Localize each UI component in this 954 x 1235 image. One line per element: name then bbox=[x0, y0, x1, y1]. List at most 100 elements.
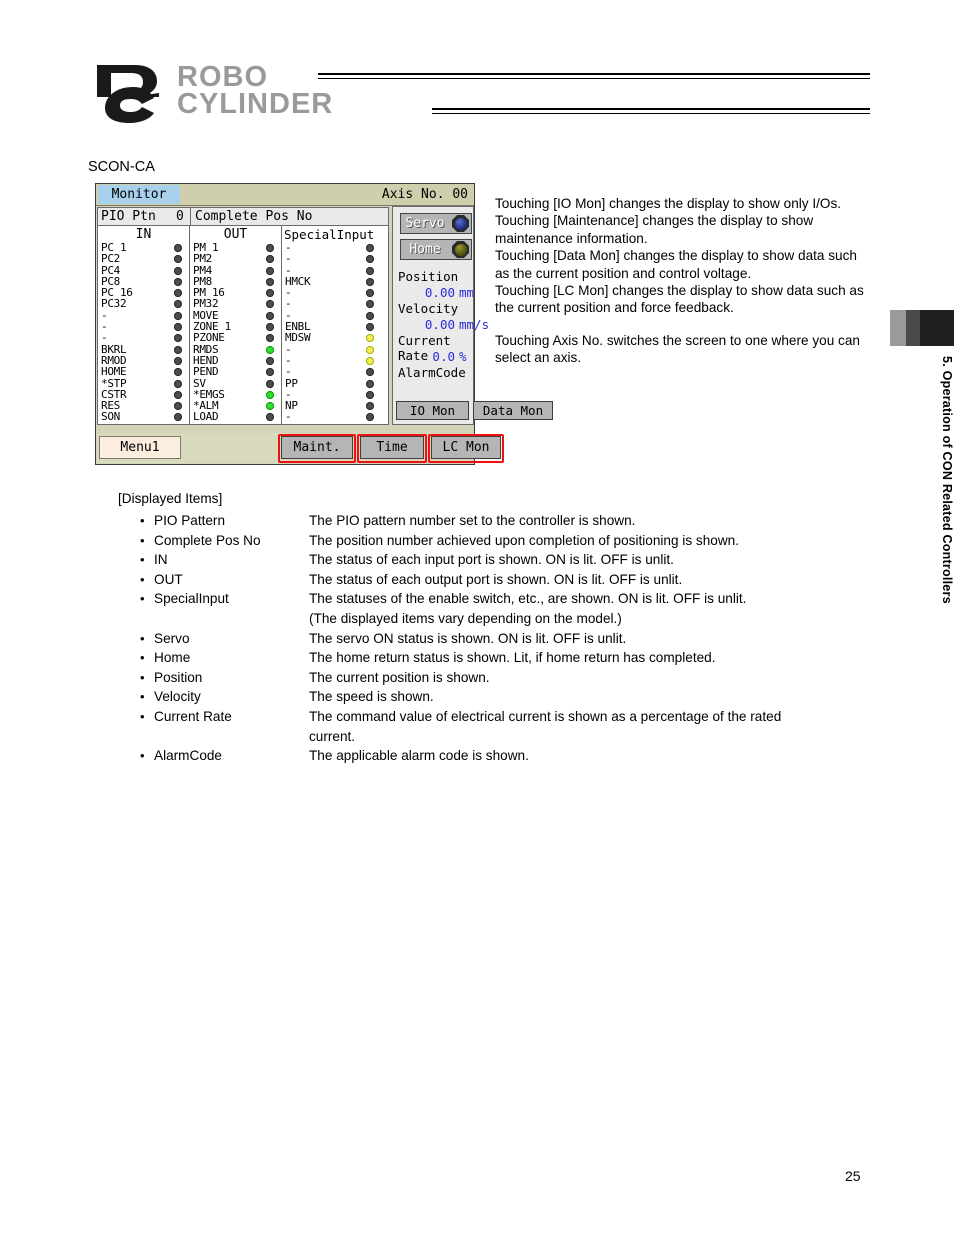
displayed-item-description: The status of each output port is shown.… bbox=[309, 571, 683, 587]
io-led-icon bbox=[366, 368, 374, 377]
io-led-icon bbox=[366, 255, 374, 264]
screen-titlebar: Monitor Axis No. 00 bbox=[96, 184, 474, 206]
pio-ptn-label: PIO Ptn bbox=[101, 209, 156, 224]
status-panel: Servo Home Position 0.00 mm Velocity 0.0… bbox=[392, 206, 553, 425]
displayed-item: • Position The current position is shown. bbox=[118, 668, 878, 688]
explanatory-paragraph-4: Touching [LC Mon] changes the display to… bbox=[495, 283, 864, 316]
displayed-item-name: Position bbox=[154, 669, 203, 685]
in-row: - bbox=[98, 331, 189, 345]
lc-mon-button[interactable]: LC Mon bbox=[431, 436, 501, 459]
divider bbox=[190, 208, 191, 225]
home-label: Home bbox=[409, 242, 441, 257]
servo-lamp-icon bbox=[451, 215, 470, 232]
io-led-icon bbox=[174, 334, 182, 343]
io-led-icon bbox=[174, 255, 182, 264]
displayed-item: • Home The home return status is shown. Li… bbox=[118, 648, 878, 668]
velocity-unit: mm/s bbox=[459, 317, 490, 332]
io-led-icon bbox=[266, 390, 274, 399]
in-row: SON bbox=[98, 411, 189, 423]
io-led-icon bbox=[174, 311, 182, 320]
time-button[interactable]: Time bbox=[360, 436, 424, 459]
header-rule-top-thick bbox=[318, 73, 870, 75]
servo-button[interactable]: Servo bbox=[400, 213, 472, 234]
out-row: PZONE bbox=[190, 331, 281, 345]
displayed-item-name: Home bbox=[154, 650, 191, 666]
chapter-side-tab: 5. Operation of CON Related Controllers bbox=[890, 310, 954, 682]
data-mon-button[interactable]: Data Mon bbox=[473, 401, 553, 420]
page-header: ROBO CYLINDER bbox=[95, 61, 870, 123]
logo-text-cylinder: CYLINDER bbox=[177, 88, 334, 120]
io-led-icon bbox=[266, 413, 274, 422]
displayed-item-description: The status of each input port is shown. … bbox=[309, 552, 674, 568]
in-row: HOME bbox=[98, 365, 189, 379]
displayed-item-name: AlarmCode bbox=[154, 748, 222, 764]
io-led-icon bbox=[174, 300, 182, 309]
displayed-item-description-cont: current. bbox=[309, 728, 356, 744]
in-column-header: IN bbox=[135, 227, 152, 242]
maint-button[interactable]: Maint. bbox=[281, 436, 353, 459]
io-mon-button[interactable]: IO Mon bbox=[396, 401, 469, 420]
home-button[interactable]: Home bbox=[400, 239, 472, 260]
io-led-icon bbox=[366, 266, 374, 275]
home-lamp-icon bbox=[451, 241, 470, 258]
in-row: PC2 bbox=[98, 253, 189, 265]
in-column: IN PC 1 PC2 PC4 PC8 PC 16 PC32- - - BKRL RMOD HOME… bbox=[98, 226, 190, 424]
position-label: Position bbox=[398, 269, 459, 284]
out-column: OUT PM 1 PM2 PM4 PM8 PM 16 PM32 MOVE ZONE 1 PZON… bbox=[190, 226, 282, 424]
io-led-icon bbox=[366, 345, 374, 354]
io-signal-label: MDSW bbox=[285, 331, 311, 345]
displayed-item-name: Velocity bbox=[154, 689, 201, 705]
special-input-row: - bbox=[282, 298, 388, 310]
special-input-row: - bbox=[282, 355, 388, 366]
bullet-icon: • bbox=[140, 513, 145, 528]
displayed-item: • Velocity The speed is shown. bbox=[118, 687, 878, 707]
io-led-icon bbox=[174, 277, 182, 286]
io-led-icon bbox=[366, 356, 374, 365]
displayed-item-name: PIO Pattern bbox=[154, 513, 226, 528]
io-led-icon bbox=[174, 345, 182, 354]
bullet-icon: • bbox=[140, 748, 145, 764]
axis-no-button[interactable]: Axis No. 00 bbox=[382, 185, 468, 204]
io-led-icon bbox=[366, 323, 374, 332]
displayed-item-name: Servo bbox=[154, 630, 190, 646]
header-rule-top-thin bbox=[318, 78, 870, 79]
displayed-item-description: The PIO pattern number set to the contro… bbox=[309, 513, 636, 528]
io-signal-label: HOME bbox=[101, 365, 127, 379]
out-column-header: OUT bbox=[223, 227, 248, 242]
displayed-item: • Complete Pos No The position number achi… bbox=[118, 531, 878, 551]
displayed-items-heading: [Displayed Items] bbox=[118, 491, 223, 506]
io-signal-label: PZONE bbox=[193, 331, 225, 345]
special-input-row: - bbox=[282, 366, 388, 378]
menu1-button[interactable]: Menu1 bbox=[99, 436, 181, 459]
io-led-icon bbox=[366, 244, 374, 252]
displayed-item-name: Complete Pos No bbox=[154, 532, 261, 548]
displayed-item-description: The current position is shown. bbox=[309, 669, 490, 685]
explanatory-text: Touching [IO Mon] changes the display to… bbox=[495, 195, 867, 367]
io-led-icon bbox=[366, 277, 374, 286]
io-signal-label: - bbox=[101, 331, 108, 345]
special-input-row: - bbox=[282, 287, 388, 298]
displayed-item-name: SpecialInput bbox=[154, 591, 229, 607]
io-led-icon bbox=[266, 255, 274, 264]
io-led-icon bbox=[174, 379, 182, 388]
io-led-icon bbox=[174, 368, 182, 377]
in-row: - bbox=[98, 309, 189, 321]
displayed-item: • PIO Pattern The PIO pattern number set t… bbox=[118, 511, 878, 531]
io-led-icon bbox=[266, 277, 274, 286]
servo-label: Servo bbox=[405, 216, 445, 231]
velocity-label: Velocity bbox=[398, 301, 459, 316]
io-led-icon bbox=[366, 379, 374, 388]
io-led-icon bbox=[366, 334, 374, 343]
figure-caption: SCON-CA bbox=[88, 159, 155, 175]
special-input-row: NP bbox=[282, 400, 388, 411]
io-led-icon bbox=[266, 323, 274, 332]
explanatory-paragraph-3: Touching [Data Mon] changes the display … bbox=[495, 248, 857, 281]
bullet-icon: • bbox=[140, 571, 145, 587]
bullet-icon: • bbox=[140, 591, 145, 607]
io-led-icon bbox=[266, 379, 274, 388]
io-led-icon bbox=[174, 266, 182, 275]
io-led-icon bbox=[266, 300, 274, 309]
explanatory-paragraph-5: Touching Axis No. switches the screen to… bbox=[495, 332, 860, 366]
io-led-icon bbox=[174, 390, 182, 399]
